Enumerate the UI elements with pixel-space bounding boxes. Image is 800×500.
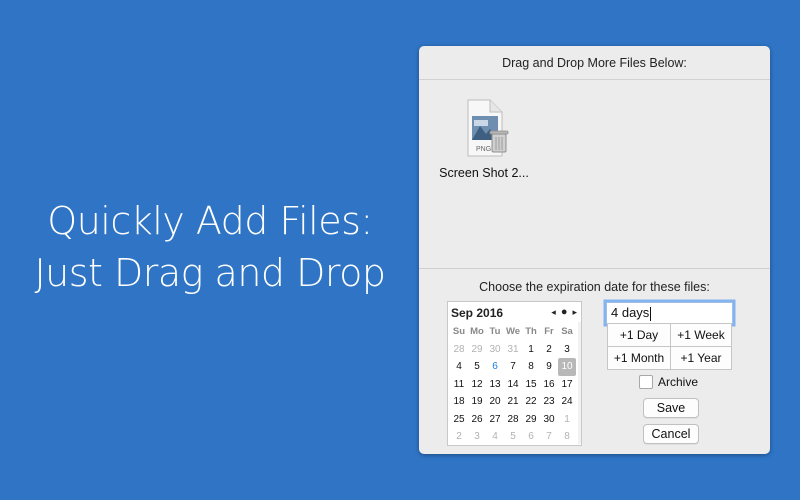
upload-panel: Drag and Drop More Files Below: PNG Scre…: [419, 46, 770, 454]
calendar-day[interactable]: 29: [468, 341, 486, 359]
save-button[interactable]: Save: [643, 398, 699, 418]
expiration-label: Choose the expiration date for these fil…: [479, 280, 710, 294]
promo-text: Quickly Add Files: Just Drag and Drop: [0, 195, 420, 299]
calendar-day[interactable]: 1: [558, 411, 576, 429]
add-1-day-button[interactable]: +1 Day: [608, 324, 670, 346]
calendar-header: Sep 2016 ◂ ● ▸: [448, 302, 581, 322]
calendar-day[interactable]: 7: [504, 358, 522, 376]
prev-month-icon[interactable]: ◂: [551, 305, 556, 319]
calendar-day[interactable]: 30: [540, 411, 558, 429]
weekday-header: Th: [525, 326, 537, 337]
promo-line-2: Just Drag and Drop: [34, 251, 386, 295]
calendar-day[interactable]: 5: [468, 358, 486, 376]
calendar-day[interactable]: 14: [504, 376, 522, 394]
calendar-day[interactable]: 12: [468, 376, 486, 394]
calendar-day[interactable]: 24: [558, 393, 576, 411]
calendar-day[interactable]: 19: [468, 393, 486, 411]
weekday-header: Su: [452, 326, 466, 337]
calendar-day[interactable]: 3: [468, 428, 486, 446]
quick-duration-buttons: +1 Day +1 Week +1 Month +1 Year: [607, 323, 732, 370]
file-type-badge: PNG: [476, 146, 491, 153]
calendar-day[interactable]: 21: [504, 393, 522, 411]
calendar-day[interactable]: 28: [450, 341, 468, 359]
calendar-day[interactable]: 1: [522, 341, 540, 359]
calendar-grid: Su Mo Tu We Th Fr Sa 28 29 30 31 1 2 3 4 5 6 7 8 9 10 11 12 13 1…: [450, 323, 576, 446]
calendar-day[interactable]: 5: [504, 428, 522, 446]
calendar-edge: [578, 322, 581, 444]
calendar-day[interactable]: 29: [522, 411, 540, 429]
archive-option[interactable]: Archive: [639, 375, 698, 389]
png-file-icon: PNG: [467, 99, 509, 157]
calendar-day[interactable]: 15: [522, 376, 540, 394]
divider: [419, 268, 770, 269]
calendar-day[interactable]: 10: [558, 358, 576, 376]
calendar-day[interactable]: 7: [540, 428, 558, 446]
weekday-header: Tu: [489, 326, 501, 337]
calendar-day[interactable]: 4: [486, 428, 504, 446]
calendar-day[interactable]: 8: [522, 358, 540, 376]
add-1-year-button[interactable]: +1 Year: [671, 347, 731, 369]
calendar-day[interactable]: 23: [540, 393, 558, 411]
cancel-button[interactable]: Cancel: [643, 424, 699, 444]
file-name: Screen Shot 2...: [439, 166, 529, 180]
text-caret: [650, 306, 652, 321]
today-dot-icon[interactable]: ●: [561, 305, 568, 319]
weekday-header: Mo: [470, 326, 484, 337]
trash-can-icon: [489, 130, 509, 153]
drop-zone[interactable]: PNG Screen Shot 2...: [419, 80, 770, 268]
calendar-day[interactable]: 27: [486, 411, 504, 429]
drop-zone-header: Drag and Drop More Files Below:: [419, 46, 770, 80]
calendar-day[interactable]: 4: [450, 358, 468, 376]
weekday-header: Sa: [561, 326, 573, 337]
duration-input[interactable]: 4 days: [606, 302, 733, 324]
calendar-day[interactable]: 2: [450, 428, 468, 446]
calendar-day[interactable]: 28: [504, 411, 522, 429]
calendar-day[interactable]: 31: [504, 341, 522, 359]
calendar-day[interactable]: 16: [540, 376, 558, 394]
calendar-day[interactable]: 6: [522, 428, 540, 446]
calendar-day[interactable]: 3: [558, 341, 576, 359]
archive-checkbox[interactable]: [639, 375, 653, 389]
calendar-day[interactable]: 20: [486, 393, 504, 411]
calendar-day[interactable]: 9: [540, 358, 558, 376]
next-month-icon[interactable]: ▸: [572, 305, 577, 319]
calendar-month-label: Sep 2016: [451, 306, 504, 320]
calendar[interactable]: Sep 2016 ◂ ● ▸ Su Mo Tu We Th Fr Sa 28 29 30 31 1 2 3…: [447, 301, 582, 446]
calendar-day[interactable]: 22: [522, 393, 540, 411]
file-item[interactable]: PNG Screen Shot 2...: [434, 96, 534, 180]
add-1-week-button[interactable]: +1 Week: [671, 324, 731, 346]
calendar-day[interactable]: 26: [468, 411, 486, 429]
duration-value: 4 days: [611, 305, 650, 320]
archive-label: Archive: [658, 375, 699, 389]
promo-line-1: Quickly Add Files:: [47, 199, 373, 243]
calendar-day[interactable]: 18: [450, 393, 468, 411]
calendar-nav: ◂ ● ▸: [551, 305, 577, 319]
calendar-day[interactable]: 25: [450, 411, 468, 429]
calendar-day[interactable]: 11: [450, 376, 468, 394]
calendar-day[interactable]: 8: [558, 428, 576, 446]
calendar-day[interactable]: 6: [486, 358, 504, 376]
calendar-day[interactable]: 13: [486, 376, 504, 394]
weekday-header: Fr: [544, 326, 554, 337]
add-1-month-button[interactable]: +1 Month: [608, 347, 670, 369]
calendar-day[interactable]: 30: [486, 341, 504, 359]
calendar-day[interactable]: 2: [540, 341, 558, 359]
calendar-day[interactable]: 17: [558, 376, 576, 394]
weekday-header: We: [505, 326, 521, 337]
